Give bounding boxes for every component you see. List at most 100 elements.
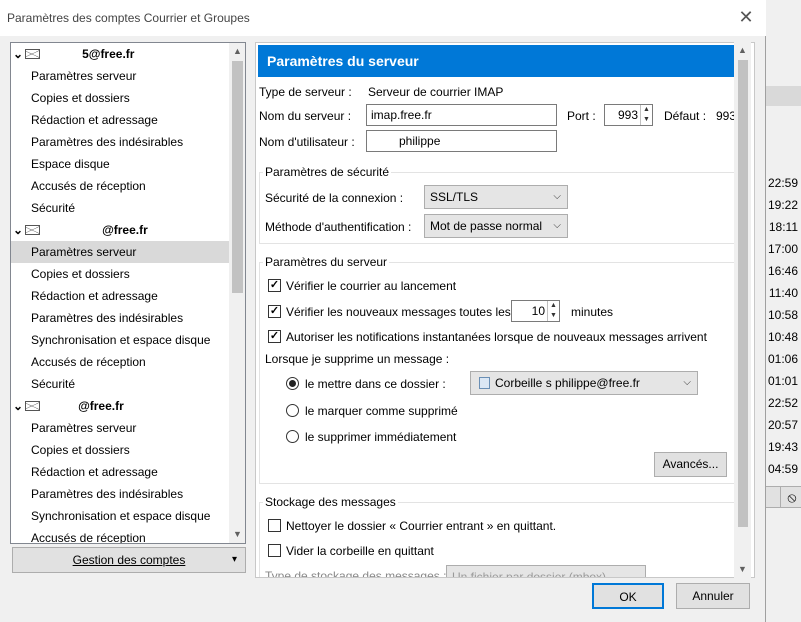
- tree-item[interactable]: Synchronisation et espace disque: [11, 329, 229, 351]
- scroll-thumb[interactable]: [738, 60, 748, 527]
- redacted-text: [44, 401, 79, 411]
- panel-header: Paramètres du serveur: [258, 45, 734, 77]
- connection-security-value: SSL/TLS: [430, 190, 479, 204]
- server-name-label: Nom du serveur :: [259, 109, 352, 123]
- scroll-up-icon[interactable]: ▲: [734, 42, 751, 59]
- tree-item[interactable]: Accusés de réception: [11, 175, 229, 197]
- tree-account[interactable]: ⌄ 5@free.fr: [13, 43, 227, 65]
- tree-item[interactable]: Copies et dossiers: [11, 263, 229, 285]
- tree-item[interactable]: Espace disque: [11, 153, 229, 175]
- window-title: Paramètres des comptes Courrier et Group…: [7, 11, 250, 25]
- delete-immediately-radio[interactable]: [286, 430, 299, 443]
- connection-security-select[interactable]: SSL/TLS ⌵: [424, 185, 568, 209]
- close-icon[interactable]: ✕: [734, 6, 758, 28]
- tree-account[interactable]: ⌄ @free.fr: [13, 395, 227, 417]
- tree-item[interactable]: Accusés de réception: [11, 527, 229, 543]
- trash-folder-value: Corbeille s philippe@free.fr: [495, 376, 640, 390]
- scroll-up-icon[interactable]: ▲: [229, 43, 245, 60]
- tree-scrollbar[interactable]: ▲ ▼: [229, 43, 245, 543]
- account-settings-dialog: Paramètres des comptes Courrier et Group…: [0, 0, 766, 622]
- tree-item[interactable]: Sécurité: [11, 197, 229, 219]
- trash-folder-icon: [479, 377, 490, 389]
- background-time: 04:59: [767, 462, 798, 476]
- account-actions-button[interactable]: Gestion des comptes ▾: [12, 547, 246, 573]
- server-type-label: Type de serveur :: [259, 85, 352, 99]
- tree-item[interactable]: Paramètres serveur: [11, 417, 229, 439]
- scroll-down-icon[interactable]: ▼: [734, 561, 751, 578]
- scroll-thumb[interactable]: [232, 61, 243, 293]
- port-stepper[interactable]: 993 ▲ ▼: [604, 104, 653, 126]
- chevron-down-icon: ⌵: [683, 377, 691, 388]
- background-time: 01:06: [767, 352, 798, 366]
- clean-inbox-checkbox[interactable]: [268, 519, 281, 532]
- chevron-down-icon[interactable]: ⌄: [13, 47, 23, 61]
- background-time: 18:11: [768, 220, 798, 234]
- tree-item[interactable]: Sécurité: [11, 373, 229, 395]
- background-mail-window: 22:59 19:22 18:11 17:00 16:46 11:40 10:5…: [764, 0, 801, 622]
- check-interval-stepper[interactable]: 10 ▲ ▼: [511, 300, 560, 322]
- auth-method-select[interactable]: Mot de passe normal ⌵: [424, 214, 568, 238]
- scroll-down-icon[interactable]: ▼: [229, 526, 245, 543]
- spin-arrows-icon[interactable]: ▲ ▼: [640, 105, 652, 125]
- chevron-down-icon[interactable]: ⌄: [13, 223, 23, 237]
- cancel-button[interactable]: Annuler: [676, 583, 750, 609]
- check-on-startup-label: Vérifier le courrier au lancement: [286, 279, 457, 293]
- server-type-value: Serveur de courrier IMAP: [368, 85, 504, 99]
- check-every-checkbox[interactable]: ✓: [268, 305, 281, 318]
- chevron-down-icon[interactable]: ⌄: [13, 399, 23, 413]
- redacted-text: [44, 225, 103, 235]
- ok-button[interactable]: OK: [592, 583, 664, 609]
- tree-item[interactable]: Paramètres serveur: [11, 241, 229, 263]
- settings-panel: Paramètres du serveur Type de serveur : …: [255, 42, 755, 578]
- tree-item[interactable]: Paramètres des indésirables: [11, 131, 229, 153]
- account-actions-label: Gestion des comptes: [72, 553, 186, 567]
- port-value: 993: [617, 108, 638, 122]
- background-time: 11:40: [768, 286, 798, 300]
- move-to-folder-label: le mettre dans ce dossier :: [305, 377, 446, 391]
- advanced-button[interactable]: Avancés...: [654, 452, 727, 477]
- tree-item[interactable]: Paramètres des indésirables: [11, 483, 229, 505]
- check-interval-value: 10: [531, 304, 545, 318]
- port-label: Port :: [567, 109, 596, 123]
- push-notifications-checkbox[interactable]: ✓: [268, 330, 281, 343]
- envelope-icon: [25, 225, 41, 235]
- check-every-label: Vérifier les nouveaux messages toutes le…: [286, 305, 511, 319]
- trash-folder-select[interactable]: Corbeille s philippe@free.fr ⌵: [470, 371, 698, 395]
- minutes-label: minutes: [571, 305, 614, 319]
- envelope-icon: [25, 49, 41, 59]
- empty-trash-checkbox[interactable]: [268, 544, 281, 557]
- check-on-startup-checkbox[interactable]: ✓: [268, 279, 281, 292]
- tree-item[interactable]: Copies et dossiers: [11, 439, 229, 461]
- redacted-text: [44, 49, 83, 59]
- background-time: 19:22: [767, 198, 798, 212]
- tree-item[interactable]: Rédaction et adressage: [11, 285, 229, 307]
- background-header-band: [766, 86, 801, 106]
- background-time: 20:57: [767, 418, 798, 432]
- panel-scrollbar[interactable]: ▲ ▼: [734, 42, 751, 578]
- tree-item[interactable]: Copies et dossiers: [11, 87, 229, 109]
- tree-item[interactable]: Synchronisation et espace disque: [11, 505, 229, 527]
- tree-account-name: 5@free.fr: [82, 47, 135, 61]
- background-time: 10:58: [767, 308, 798, 322]
- server-settings-group-title: Paramètres du serveur: [263, 255, 390, 269]
- spin-arrows-icon[interactable]: ▲ ▼: [547, 301, 559, 321]
- background-time: 17:00: [767, 242, 798, 256]
- background-time: 10:48: [767, 330, 798, 344]
- tree-item[interactable]: Accusés de réception: [11, 351, 229, 373]
- account-tree[interactable]: ⌄ 5@free.fr Paramètres serveur Copies et do…: [10, 42, 246, 544]
- storage-type-select[interactable]: Un fichier par dossier (mbox): [446, 565, 646, 577]
- tree-account-name: @free.fr: [78, 399, 124, 413]
- tree-account[interactable]: ⌄ @free.fr: [13, 219, 227, 241]
- tree-item[interactable]: Rédaction et adressage: [11, 461, 229, 483]
- server-name-input[interactable]: imap.free.fr: [366, 104, 557, 126]
- push-notifications-label: Autoriser les notifications instantanées…: [286, 330, 707, 344]
- move-to-folder-radio[interactable]: [286, 377, 299, 390]
- username-input[interactable]: philippe: [366, 130, 557, 152]
- block-icon[interactable]: ⦸: [780, 486, 801, 508]
- mark-deleted-radio[interactable]: [286, 404, 299, 417]
- chevron-down-icon: ⌵: [553, 220, 561, 231]
- tree-item[interactable]: Paramètres serveur: [11, 65, 229, 87]
- auth-method-label: Méthode d'authentification :: [265, 220, 412, 234]
- tree-item[interactable]: Rédaction et adressage: [11, 109, 229, 131]
- tree-item[interactable]: Paramètres des indésirables: [11, 307, 229, 329]
